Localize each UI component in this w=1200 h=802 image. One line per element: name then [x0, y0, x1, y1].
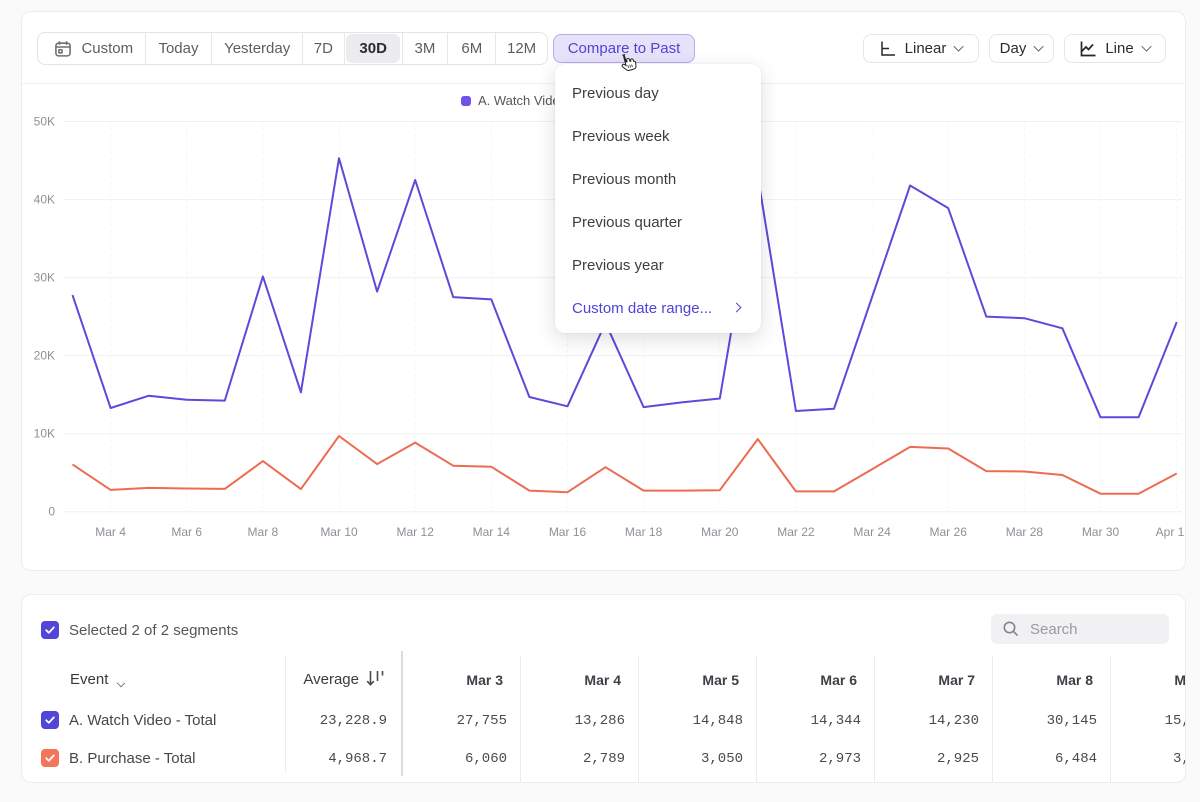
svg-text:Mar 26: Mar 26 — [930, 525, 968, 539]
svg-text:40K: 40K — [34, 193, 55, 207]
svg-text:Mar 12: Mar 12 — [397, 525, 435, 539]
svg-text:Mar 14: Mar 14 — [473, 525, 511, 539]
svg-text:Mar 30: Mar 30 — [1082, 525, 1120, 539]
svg-text:30K: 30K — [34, 271, 55, 285]
svg-text:20K: 20K — [34, 349, 55, 363]
svg-text:Mar 6: Mar 6 — [171, 525, 202, 539]
svg-text:Mar 18: Mar 18 — [625, 525, 663, 539]
svg-text:50K: 50K — [34, 115, 55, 129]
svg-text:Mar 16: Mar 16 — [549, 525, 587, 539]
svg-text:Apr 1: Apr 1 — [1156, 525, 1185, 539]
svg-text:Mar 24: Mar 24 — [853, 525, 891, 539]
svg-text:Mar 28: Mar 28 — [1006, 525, 1044, 539]
svg-text:0: 0 — [48, 505, 55, 519]
svg-text:Mar 4: Mar 4 — [95, 525, 126, 539]
svg-text:Mar 20: Mar 20 — [701, 525, 739, 539]
svg-text:Mar 22: Mar 22 — [777, 525, 815, 539]
svg-text:Mar 8: Mar 8 — [248, 525, 279, 539]
svg-text:10K: 10K — [34, 427, 55, 441]
svg-text:Mar 10: Mar 10 — [320, 525, 358, 539]
